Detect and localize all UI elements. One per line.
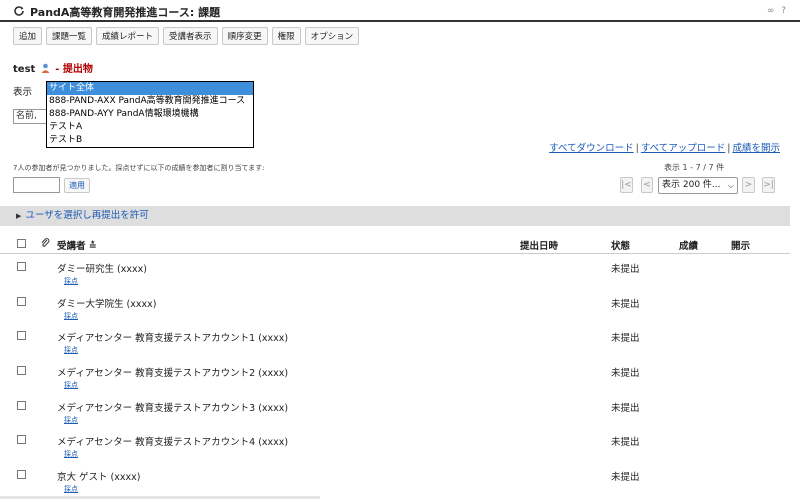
col-submitted[interactable]: 提出日時	[520, 238, 558, 252]
filter-option[interactable]: 888-PAND-AYY PandA情報環境機構	[47, 108, 253, 121]
tool-title-bar: PandA高等教育開発推進コース: 課題 ∞ ?	[0, 0, 800, 22]
submission-status: 未提出	[611, 333, 640, 344]
grade-report-button[interactable]: 成績レポート	[96, 27, 160, 45]
row-checkbox[interactable]	[17, 435, 26, 444]
student-view-button[interactable]: 受講者表示	[163, 27, 218, 45]
table-row: ダミー研究生 (xxxx) 採点 未提出	[0, 255, 790, 289]
assignment-heading: test - 提出物	[13, 60, 93, 75]
submission-status: 未提出	[611, 472, 640, 483]
reorder-button[interactable]: 順序変更	[221, 27, 268, 45]
filter-option[interactable]: サイト全体	[47, 82, 253, 95]
prev-page-button[interactable]: <	[641, 177, 653, 193]
select-all-checkbox[interactable]	[17, 239, 26, 248]
table-header: 受講者 ≛ 提出日時 状態 成績 開示	[0, 234, 790, 254]
page-title: PandA高等教育開発推進コース: 課題	[30, 6, 221, 19]
default-grade-input[interactable]	[13, 177, 60, 193]
last-page-button[interactable]: >|	[762, 177, 775, 193]
release-grades-link[interactable]: 成績を開示	[732, 143, 780, 154]
table-row: メディアセンター 教育支援テストアカウント1 (xxxx) 採点 未提出	[0, 324, 790, 358]
user-icon	[41, 63, 50, 73]
resubmit-toggle[interactable]: ▶ ユーザを選択し再提出を許可	[0, 206, 790, 226]
col-grade[interactable]: 成績	[679, 238, 698, 252]
default-grade-hint: 7人の参加者が見つかりました。採点せずに以下の成績を参加者に割り当てます:	[13, 164, 265, 172]
page-size-select[interactable]: 表示 200 件... ⌵	[658, 177, 738, 194]
student-name: メディアセンター 教育支援テストアカウント2 (xxxx)	[57, 368, 289, 379]
grade-link[interactable]: 採点	[64, 449, 78, 459]
submission-status: 未提出	[611, 437, 640, 448]
chevron-down-icon: ⌵	[727, 181, 734, 190]
row-checkbox[interactable]	[17, 470, 26, 479]
grade-link[interactable]: 採点	[64, 484, 78, 494]
site-filter-dropdown[interactable]: サイト全体 888-PAND-AXX PandA高等教育開発推進コース 888-…	[46, 81, 254, 148]
submission-status: 未提出	[611, 299, 640, 310]
col-release[interactable]: 開示	[731, 238, 750, 252]
row-checkbox[interactable]	[17, 401, 26, 410]
submission-status: 未提出	[611, 264, 640, 275]
student-name: ダミー大学院生 (xxxx)	[57, 299, 157, 310]
filter-label: 表示	[13, 87, 33, 98]
permissions-button[interactable]: 権限	[271, 27, 301, 45]
submission-status: 未提出	[611, 368, 640, 379]
grade-link[interactable]: 採点	[64, 345, 78, 355]
next-page-button[interactable]: >	[742, 177, 755, 193]
paperclip-icon	[41, 238, 50, 247]
reset-icon[interactable]	[13, 5, 25, 17]
triangle-right-icon: ▶	[16, 212, 22, 220]
table-row: ダミー大学院生 (xxxx) 採点 未提出	[0, 290, 790, 324]
student-name: メディアセンター 教育支援テストアカウント3 (xxxx)	[57, 403, 289, 414]
filter-option[interactable]: 888-PAND-AXX PandA高等教育開発推進コース	[47, 95, 253, 108]
student-name: ダミー研究生 (xxxx)	[57, 264, 147, 275]
col-student[interactable]: 受講者 ≛	[57, 238, 97, 252]
table-row: メディアセンター 教育支援テストアカウント2 (xxxx) 採点 未提出	[0, 359, 790, 393]
row-checkbox[interactable]	[17, 366, 26, 375]
upload-all-link[interactable]: すべてアップロード	[641, 143, 725, 154]
row-checkbox[interactable]	[17, 297, 26, 306]
submission-status: 未提出	[611, 403, 640, 414]
toolbar: 追加 課題一覧 成績レポート 受講者表示 順序変更 権限 オプション	[13, 27, 360, 45]
first-page-button[interactable]: |<	[620, 177, 633, 193]
filter-option[interactable]: テストB	[47, 134, 253, 147]
row-checkbox[interactable]	[17, 331, 26, 340]
table-row: メディアセンター 教育支援テストアカウント3 (xxxx) 採点 未提出	[0, 394, 790, 428]
section-label: - 提出物	[55, 64, 93, 75]
filter-option[interactable]: テストA	[47, 121, 253, 134]
resubmit-label: ユーザを選択し再提出を許可	[25, 210, 149, 221]
grade-link[interactable]: 採点	[64, 380, 78, 390]
student-name: メディアセンター 教育支援テストアカウント1 (xxxx)	[57, 333, 289, 344]
grade-link[interactable]: 採点	[64, 276, 78, 286]
student-name: 京大 ゲスト (xxxx)	[57, 472, 141, 483]
add-button[interactable]: 追加	[13, 27, 43, 45]
link-help-icons[interactable]: ∞ ?	[767, 6, 788, 16]
table-row: 京大 ゲスト (xxxx) 採点 未提出	[0, 463, 790, 497]
table-row: メディアセンター 教育支援テストアカウント4 (xxxx) 採点 未提出	[0, 428, 790, 462]
bulk-actions: すべてダウンロード | すべてアップロード | 成績を開示	[549, 143, 780, 154]
row-checkbox[interactable]	[17, 262, 26, 271]
result-count: 表示 1 - 7 / 7 件	[664, 163, 725, 172]
col-status[interactable]: 状態	[611, 238, 630, 252]
options-button[interactable]: オプション	[304, 27, 360, 45]
grade-link[interactable]: 採点	[64, 311, 78, 321]
apply-button[interactable]: 適用	[64, 178, 90, 193]
download-all-link[interactable]: すべてダウンロード	[549, 143, 633, 154]
assignment-name: test	[13, 64, 36, 75]
student-name: メディアセンター 教育支援テストアカウント4 (xxxx)	[57, 437, 289, 448]
assignment-list-button[interactable]: 課題一覧	[46, 27, 93, 45]
grade-link[interactable]: 採点	[64, 415, 78, 425]
